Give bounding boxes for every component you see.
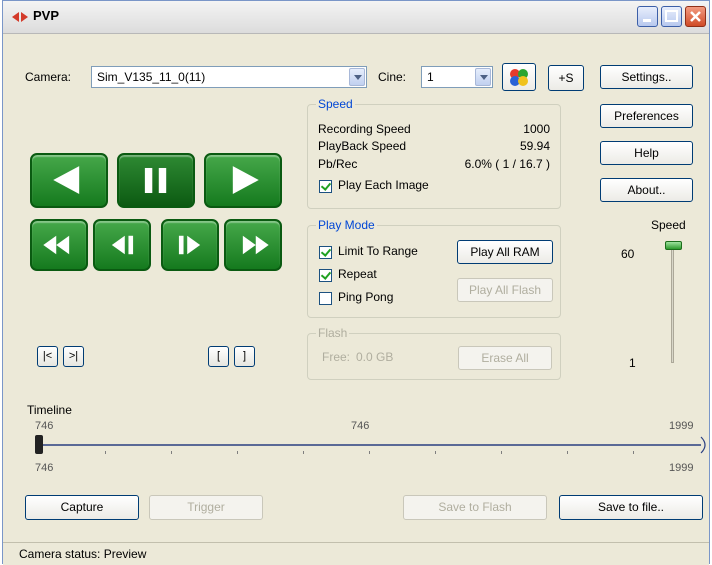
close-button[interactable] [685, 6, 706, 27]
step-forward-button[interactable] [161, 219, 219, 271]
mark-out-button[interactable]: ] [234, 346, 255, 367]
timeline-track [37, 436, 706, 454]
pause-button[interactable] [117, 153, 195, 208]
color-palette-button[interactable] [502, 63, 536, 91]
about-button[interactable]: About.. [600, 178, 693, 202]
settings-button[interactable]: Settings.. [600, 65, 693, 89]
save-to-file-button[interactable]: Save to file.. [559, 495, 703, 520]
fast-forward-icon [242, 235, 269, 255]
fast-reverse-button[interactable] [30, 219, 88, 271]
speed-group-title: Speed [316, 97, 355, 111]
title-bar: PVP [3, 1, 709, 34]
plus-s-button[interactable]: +S [548, 65, 584, 91]
recording-speed-value: 1000 [523, 122, 550, 136]
flash-free-label: Free: [322, 350, 351, 364]
timeline-end-top: 1999 [669, 420, 694, 432]
flash-group-title: Flash [316, 326, 350, 340]
chevron-down-icon [349, 68, 365, 86]
playback-speed-value: 59.94 [519, 139, 550, 153]
timeline-start-bottom: 746 [35, 462, 54, 474]
help-button[interactable]: Help [600, 141, 693, 165]
goto-first-button[interactable]: |< [37, 346, 58, 367]
repeat-checkbox[interactable] [319, 269, 332, 282]
mark-in-button[interactable]: [ [208, 346, 229, 367]
window-title: PVP [33, 8, 60, 23]
playback-speed-label: PlayBack Speed [318, 139, 407, 153]
timeline-thumb[interactable] [35, 435, 43, 454]
speed-slider-track[interactable] [663, 239, 683, 369]
limit-to-range-label: Limit To Range [338, 244, 418, 258]
speed-slider-thumb[interactable] [665, 241, 682, 250]
repeat-label: Repeat [338, 267, 377, 281]
play-forward-button[interactable] [204, 153, 282, 208]
play-right-icon [232, 166, 259, 194]
play-mode-title: Play Mode [316, 218, 377, 232]
erase-all-button[interactable]: Erase All [458, 346, 552, 370]
speed-slider-min: 1 [629, 356, 636, 370]
flash-group: Flash Free: 0.0 GB Erase All [307, 326, 561, 380]
play-each-image-label: Play Each Image [338, 178, 429, 192]
minimize-icon [643, 19, 651, 22]
timeline-label: Timeline [27, 403, 72, 417]
recording-speed-label: Recording Speed [318, 122, 411, 136]
play-all-ram-button[interactable]: Play All RAM [457, 240, 553, 264]
pbrec-label: Pb/Rec [318, 157, 358, 171]
preferences-button[interactable]: Preferences [600, 104, 693, 128]
maximize-icon [665, 10, 678, 22]
timeline-slider[interactable] [33, 433, 708, 459]
play-all-flash-button[interactable]: Play All Flash [457, 278, 553, 302]
pbrec-value: 6.0% ( 1 / 16.7 ) [464, 157, 550, 171]
flash-free-value: 0.0 GB [356, 350, 394, 364]
pvp-window: PVP Camera: Sim_V135_11_0(11) Cine: 1 +S… [2, 0, 710, 565]
ping-pong-checkbox[interactable] [319, 292, 332, 305]
play-each-image-checkbox[interactable] [319, 180, 332, 193]
play-left-icon [53, 166, 80, 194]
save-to-flash-button[interactable]: Save to Flash [403, 495, 547, 520]
step-back-icon [111, 235, 134, 255]
speed-slider-max: 60 [621, 247, 635, 261]
step-forward-icon [178, 235, 201, 255]
app-icon [12, 12, 28, 22]
capture-button[interactable]: Capture [25, 495, 139, 520]
status-bar: Camera status: Preview [3, 542, 709, 565]
timeline-start-top: 746 [35, 420, 54, 432]
fast-forward-button[interactable] [224, 219, 282, 271]
palette-icon [510, 69, 528, 86]
timeline-end-bottom: 1999 [669, 462, 694, 474]
chevron-down-icon [475, 68, 491, 86]
timeline-current: 746 [351, 420, 370, 432]
camera-label: Camera: [25, 70, 72, 84]
goto-last-button[interactable]: >| [63, 346, 84, 367]
ping-pong-label: Ping Pong [338, 290, 394, 304]
cine-label: Cine: [378, 70, 407, 84]
speed-slider-label: Speed [651, 218, 686, 232]
limit-to-range-checkbox[interactable] [319, 246, 332, 259]
close-icon [690, 11, 701, 22]
camera-value: Sim_V135_11_0(11) [97, 70, 206, 84]
camera-select[interactable]: Sim_V135_11_0(11) [91, 66, 367, 88]
pause-icon [144, 167, 167, 194]
play-reverse-button[interactable] [30, 153, 108, 208]
fast-rewind-icon [43, 235, 70, 255]
maximize-button[interactable] [661, 6, 682, 27]
cine-value: 1 [427, 70, 434, 84]
cine-select[interactable]: 1 [421, 66, 493, 88]
camera-status: Camera status: Preview [19, 547, 147, 561]
step-back-button[interactable] [93, 219, 151, 271]
play-mode-group: Play Mode Limit To Range Repeat Ping Pon… [307, 218, 561, 318]
minimize-button[interactable] [637, 6, 658, 27]
speed-group: Speed Recording Speed 1000 PlayBack Spee… [307, 97, 561, 209]
trigger-button[interactable]: Trigger [149, 495, 263, 520]
